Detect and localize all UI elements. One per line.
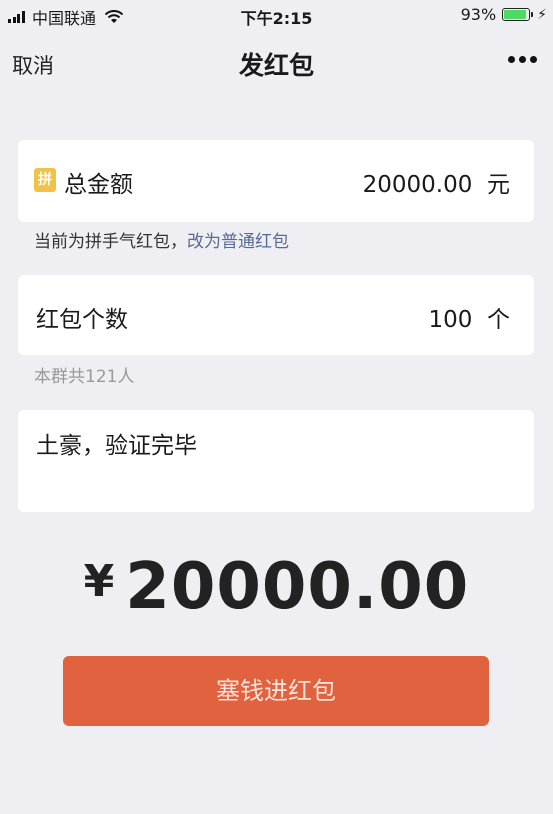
switch-to-normal-link[interactable]: 改为普通红包 bbox=[187, 232, 289, 252]
amount-label: 总金额 bbox=[64, 172, 133, 198]
group-size-hint: 本群共121人 bbox=[34, 367, 135, 387]
battery-percent: 93% bbox=[460, 5, 497, 24]
count-card[interactable]: 红包个数 100 个 bbox=[18, 275, 534, 355]
battery-icon bbox=[502, 8, 531, 21]
pin-icon: 拼 bbox=[34, 168, 56, 192]
packet-type-hint: 当前为拼手气红包，改为普通红包 bbox=[34, 227, 289, 252]
total-value: 20000.00 bbox=[125, 550, 470, 624]
amount-card[interactable]: 拼 总金额 20000.00 元 bbox=[18, 140, 534, 222]
amount-field[interactable]: 20000.00 元 bbox=[363, 165, 510, 199]
status-bar: 中国联通 下午2:15 93% ⚡ bbox=[0, 0, 553, 30]
charging-icon: ⚡ bbox=[537, 6, 547, 23]
nav-bar: 取消 发红包 bbox=[0, 30, 553, 94]
submit-button[interactable]: 塞钱进红包 bbox=[63, 656, 489, 726]
currency-symbol: ¥ bbox=[83, 556, 116, 607]
count-unit: 个 bbox=[487, 307, 510, 333]
battery-fill bbox=[504, 10, 527, 19]
amount-value: 20000.00 bbox=[362, 172, 473, 198]
count-field[interactable]: 100 个 bbox=[428, 300, 510, 334]
more-icon[interactable] bbox=[504, 56, 537, 63]
count-value: 100 bbox=[428, 307, 473, 333]
message-text: 土豪，验证完毕 bbox=[36, 433, 197, 459]
status-right: 93% ⚡ bbox=[461, 5, 547, 24]
page-title: 发红包 bbox=[238, 51, 314, 80]
packet-type-text: 当前为拼手气红包， bbox=[34, 232, 187, 252]
total-amount: ¥20000.00 bbox=[0, 550, 553, 624]
battery-nub bbox=[531, 12, 534, 17]
amount-unit: 元 bbox=[487, 172, 510, 198]
message-field[interactable]: 土豪，验证完毕 bbox=[18, 410, 534, 512]
count-label: 红包个数 bbox=[36, 307, 128, 333]
